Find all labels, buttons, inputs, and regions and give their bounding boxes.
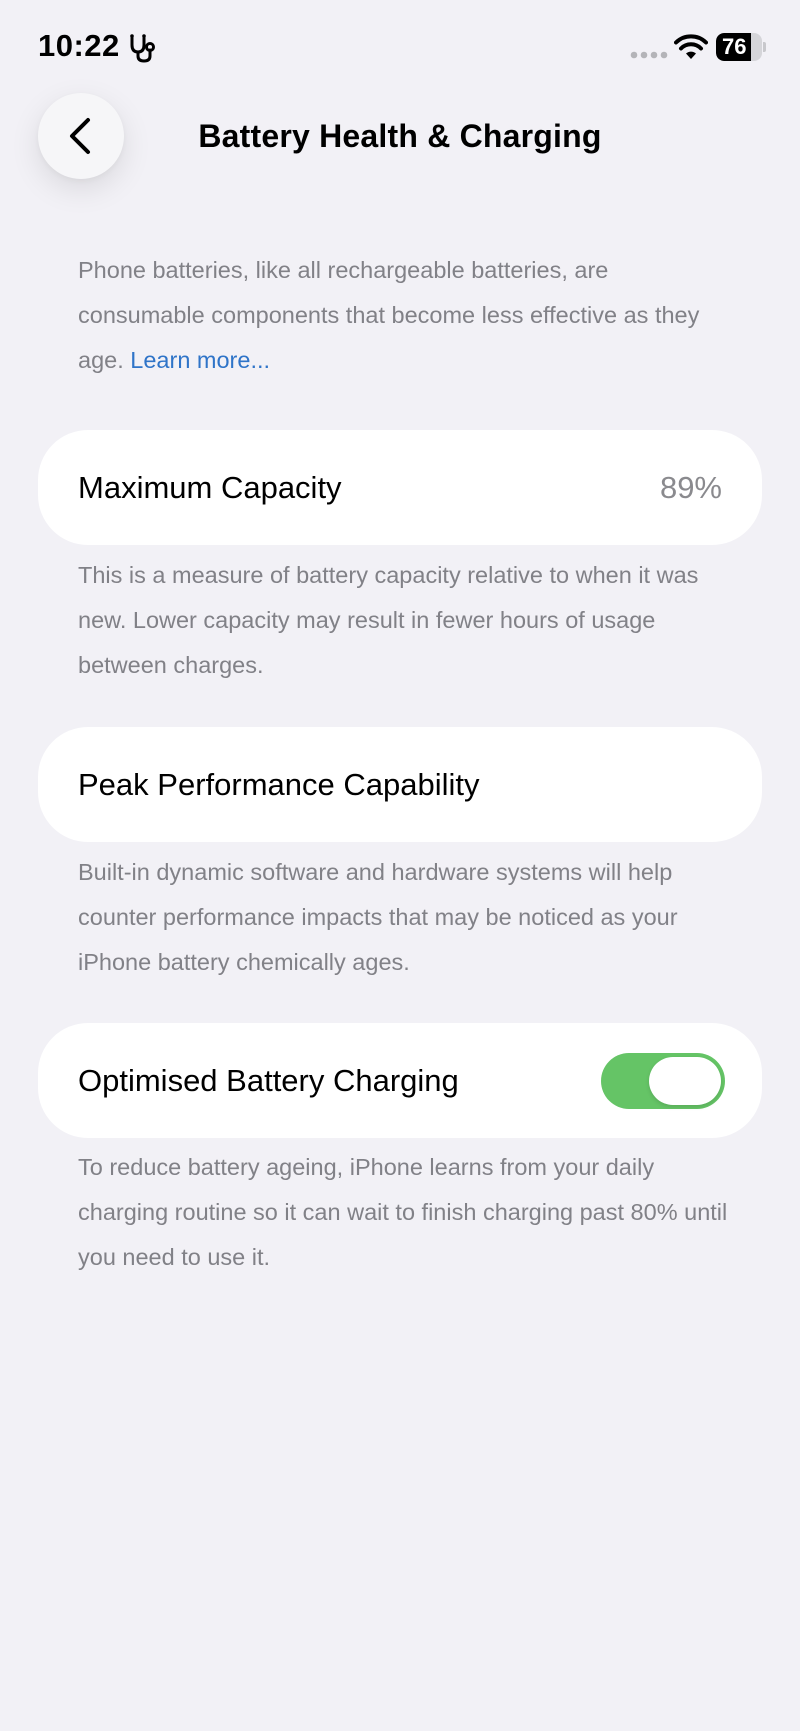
peak-performance-description: Built-in dynamic software and hardware s… [78,859,678,975]
battery-indicator: 76 [716,33,766,61]
maximum-capacity-row: Maximum Capacity 89% [38,430,762,545]
status-bar: 10:22 76 [0,0,800,96]
battery-level-text: 76 [722,34,747,59]
optimised-charging-row: Optimised Battery Charging [38,1023,762,1138]
battery-body: 76 [716,33,762,61]
maximum-capacity-value: 89% [659,470,722,505]
page-title: Battery Health & Charging [198,118,602,154]
maximum-capacity-label: Maximum Capacity [78,470,342,505]
maximum-capacity-description: This is a measure of battery capacity re… [78,562,699,678]
intro-description: Phone batteries, like all rechargeable b… [78,248,738,383]
peak-performance-row[interactable]: Peak Performance Capability [38,727,762,842]
status-time: 10:22 [38,28,120,63]
stethoscope-icon [130,34,155,63]
signal-dots-icon [630,51,668,59]
peak-performance-label: Peak Performance Capability [78,767,480,802]
optimised-charging-toggle[interactable] [601,1053,725,1109]
learn-more-link[interactable]: Learn more... [130,347,270,373]
battery-nub [763,42,766,52]
toggle-knob [649,1057,721,1105]
optimised-charging-description: To reduce battery ageing, iPhone learns … [78,1154,728,1270]
optimised-charging-label: Optimised Battery Charging [78,1063,459,1098]
wifi-icon [674,34,708,59]
